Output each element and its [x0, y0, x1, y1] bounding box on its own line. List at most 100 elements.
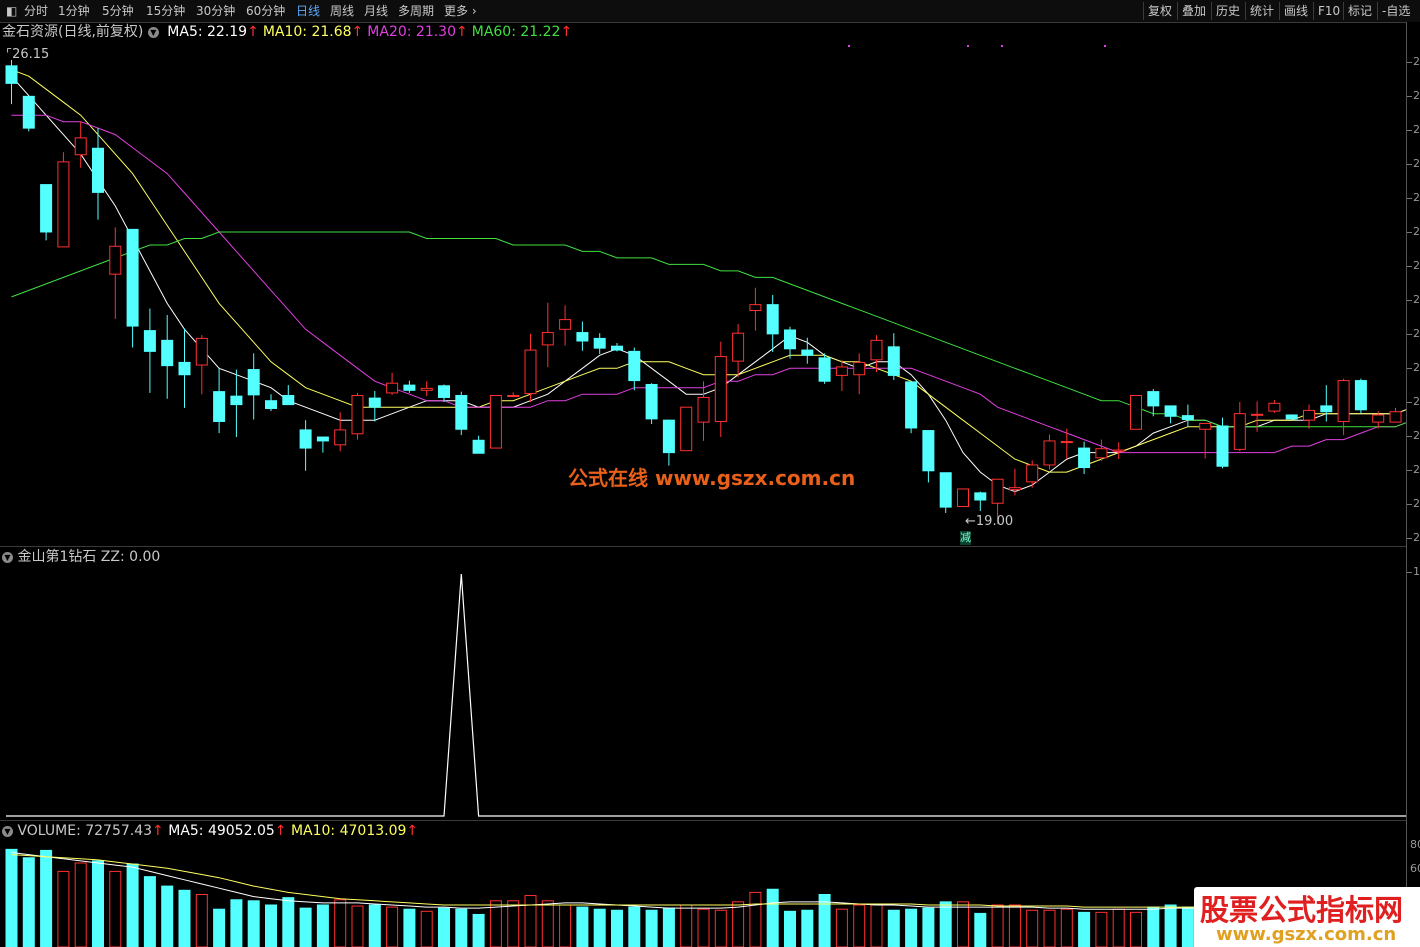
volume-bar [316, 904, 329, 947]
scale-tick [1407, 368, 1412, 369]
candle-body [1112, 449, 1125, 452]
candle-body [1060, 441, 1073, 444]
candle-body [299, 429, 312, 449]
candle-body [939, 472, 952, 508]
up-arrow-icon: ↑ [456, 24, 468, 40]
up-arrow-icon: ↑ [351, 24, 364, 40]
candle-body [887, 346, 900, 376]
candle-body [1164, 405, 1177, 417]
volume-bar [853, 904, 866, 947]
candle-body [161, 339, 174, 367]
chevron-down-icon[interactable]: ▼ [2, 552, 13, 563]
candle-body [386, 382, 399, 394]
volume-bar [334, 899, 347, 947]
up-arrow-icon: ↑ [247, 24, 259, 40]
volume-bar [22, 857, 35, 947]
candle-body [247, 369, 260, 396]
volume-bar [524, 895, 537, 947]
volume-bar [351, 905, 364, 947]
main-panel-header: 金石资源(日线,前复权) ▼ MA5: 22.19↑ MA10: 21.68↑ MA… [2, 23, 572, 41]
up-arrow-icon: ↑ [152, 823, 164, 839]
volume-bar [576, 906, 589, 947]
volume-bar [939, 901, 952, 947]
indicator-title: 金山第1钻石 ZZ: 0.00 [17, 549, 161, 565]
candle-body [1130, 395, 1142, 430]
candle-body [195, 337, 208, 366]
candle-body [351, 395, 364, 435]
candle-body [213, 391, 226, 422]
scale-tick [1407, 572, 1412, 573]
volume-bar [887, 909, 900, 947]
candle-body [662, 419, 675, 454]
scale-tick [1407, 300, 1412, 301]
volume-bar [1060, 908, 1073, 947]
chevron-down-icon[interactable]: ▼ [147, 27, 159, 38]
volume-scale-label: 60 [1410, 862, 1420, 875]
candle-body [1199, 422, 1212, 430]
scale-tick-label: 2 [1413, 89, 1420, 102]
ma-labels: MA5: 22.19↑ MA10: 21.68↑ MA20: 21.30↑ MA60:… [163, 24, 572, 40]
price-scale[interactable]: 2 2 2 2 2 2 2 2 2 2 2 2 2 2 2 1 80 60 [1406, 22, 1420, 947]
candle-body [991, 478, 1004, 504]
scale-tick-label: 2 [1413, 55, 1420, 68]
signal-dot [1104, 45, 1106, 47]
candle-body [230, 395, 243, 406]
candle-body [593, 337, 606, 349]
candle-body [438, 385, 450, 398]
candle-body [697, 396, 710, 423]
candle-body [1303, 409, 1315, 421]
candle-body [57, 161, 70, 248]
volume-scale-label: 80 [1410, 838, 1420, 851]
candle-body [143, 330, 156, 352]
logo-title: 股票公式指标网 [1200, 893, 1404, 927]
stock-title: 金石资源(日线,前复权) [2, 24, 144, 40]
volume-bar [507, 900, 520, 947]
scale-tick [1407, 436, 1412, 437]
signal-dot [848, 45, 850, 47]
volume-bar [368, 904, 381, 947]
candle-body [334, 429, 347, 446]
high-price-label: ⌜26.15 [6, 47, 50, 62]
candle-body [870, 339, 883, 361]
candle-body [368, 397, 381, 408]
scale-tick-label: 2 [1413, 497, 1420, 510]
candle-body [905, 381, 918, 429]
chevron-down-icon[interactable]: ▼ [2, 826, 13, 837]
volume-bar [697, 908, 710, 947]
scale-tick-label: 2 [1413, 123, 1420, 136]
volume-bar [1026, 909, 1039, 947]
candle-body [403, 384, 416, 391]
scale-tick-label: 2 [1413, 225, 1420, 238]
volume-bar [213, 908, 226, 947]
scale-tick-label: 2 [1413, 259, 1420, 272]
volume-bar [195, 894, 208, 947]
candle-body [507, 395, 520, 398]
candle-body [559, 319, 572, 330]
scale-tick [1407, 266, 1412, 267]
candle-body [22, 95, 35, 129]
scale-tick [1407, 470, 1412, 471]
volume-bar [680, 904, 693, 947]
candle-body [1026, 464, 1039, 483]
volume-bar [957, 901, 969, 947]
candle-body [1181, 415, 1194, 421]
candle-body [1320, 405, 1333, 413]
candle-body [92, 147, 104, 193]
candle-body [818, 357, 831, 382]
scale-tick-label: 2 [1413, 395, 1420, 408]
scale-tick [1407, 198, 1412, 199]
volume-bar [74, 862, 87, 947]
candle-body [922, 430, 935, 472]
volume-bar [161, 885, 174, 947]
up-arrow-icon: ↑ [406, 823, 419, 839]
volume-bar [282, 897, 295, 947]
volume-bar [905, 908, 918, 947]
volume-title: VOLUME: 72757.43 [17, 823, 153, 839]
scale-tick [1407, 504, 1412, 505]
volume-ma10-label: MA10: 47013.09 [290, 823, 407, 839]
candle-body [1337, 380, 1350, 422]
volume-bar [662, 907, 675, 947]
ma-label-2: MA20: 21.30 [367, 24, 456, 40]
scale-tick-label: 2 [1413, 429, 1420, 442]
volume-bar [835, 908, 848, 947]
